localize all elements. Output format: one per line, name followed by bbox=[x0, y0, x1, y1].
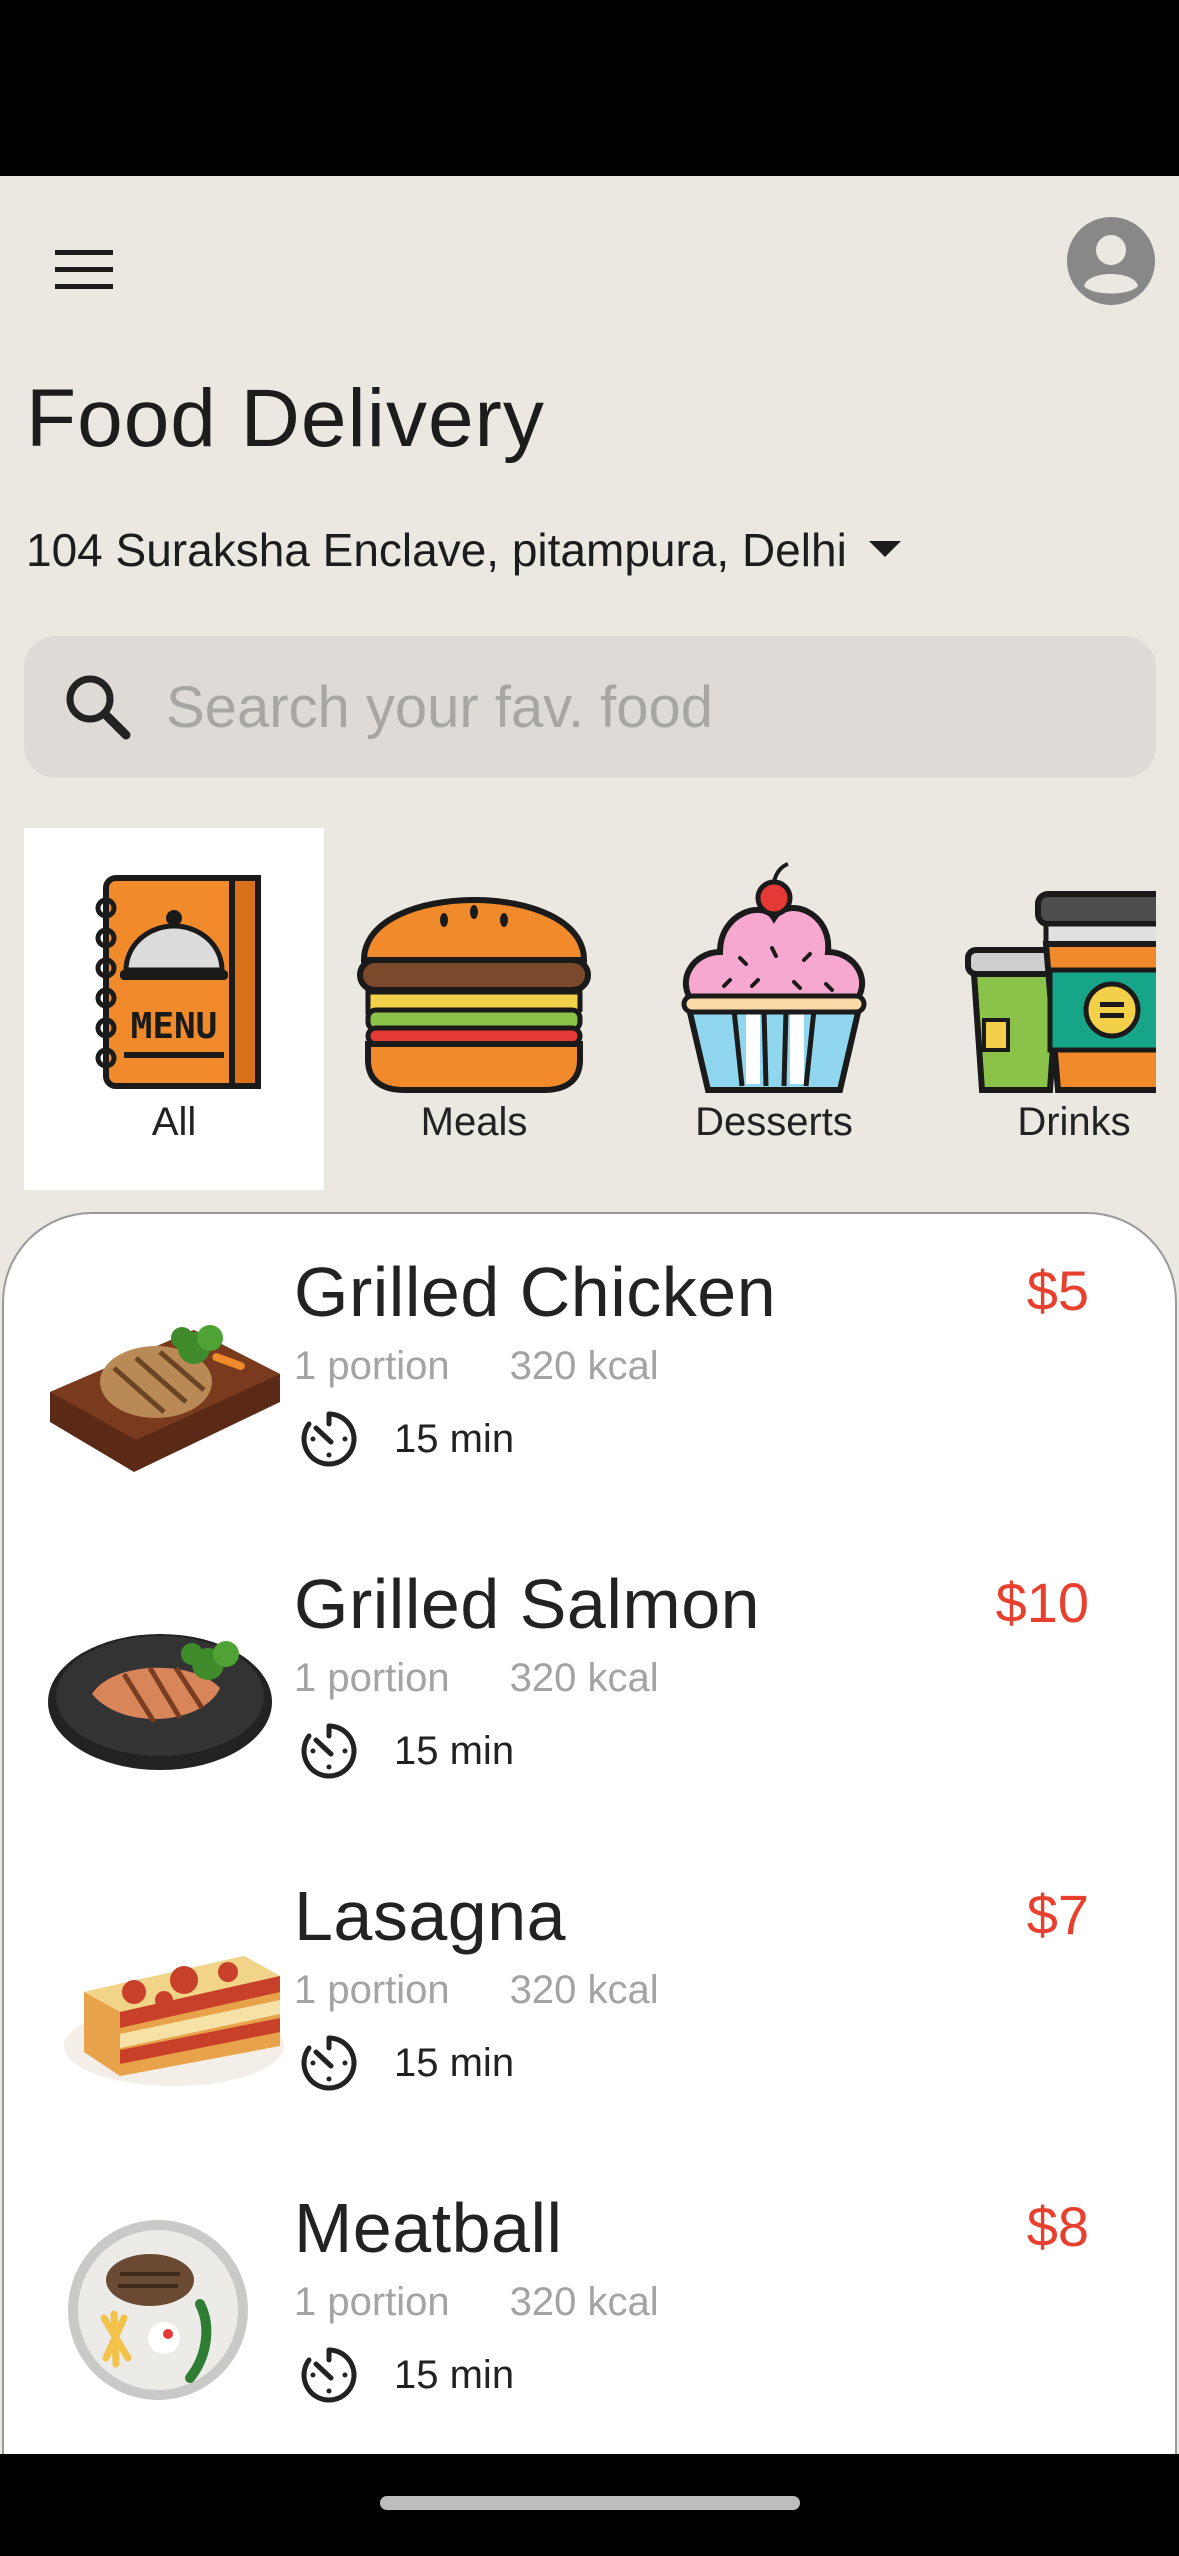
food-portion: 1 portion bbox=[294, 1656, 450, 1700]
caret-down-icon bbox=[868, 541, 901, 557]
timer-icon bbox=[301, 2035, 357, 2091]
category-label: All bbox=[151, 1100, 197, 1144]
timer-icon bbox=[301, 2347, 357, 2403]
address-selector[interactable]: 104 Suraksha Enclave, pitampura, Delhi bbox=[26, 520, 901, 580]
food-name: Lasagna bbox=[294, 1877, 567, 1955]
lasagna-photo bbox=[64, 1956, 284, 2086]
home-gesture-handle[interactable] bbox=[380, 2496, 800, 2510]
food-kcal: 320 kcal bbox=[509, 2280, 659, 2324]
address-text: 104 Suraksha Enclave, pitampura, Delhi bbox=[26, 524, 847, 576]
category-list: MENU All Meals Desserts Drinks bbox=[24, 828, 1156, 1190]
category-label: Drinks bbox=[1017, 1100, 1131, 1144]
food-meta: 1 portion 320 kcal bbox=[294, 2280, 659, 2325]
food-time: 15 min bbox=[300, 2034, 514, 2092]
food-name: Grilled Salmon bbox=[294, 1565, 761, 1643]
food-time-text: 15 min bbox=[394, 2040, 515, 2085]
food-item-grilled-chicken[interactable]: Grilled Chicken $5 1 portion 320 kcal 15 … bbox=[4, 1214, 1175, 1526]
search-icon bbox=[66, 675, 131, 740]
food-kcal: 320 kcal bbox=[509, 1656, 659, 1700]
timer-icon bbox=[301, 1411, 357, 1467]
food-price: $7 bbox=[1026, 1883, 1089, 1946]
food-name: Meatball bbox=[294, 2189, 563, 2267]
food-time-text: 15 min bbox=[394, 2352, 515, 2397]
food-portion: 1 portion bbox=[294, 1344, 450, 1388]
food-time: 15 min bbox=[300, 1410, 514, 1468]
food-kcal: 320 kcal bbox=[509, 1344, 659, 1388]
hamburger-menu-icon bbox=[55, 250, 113, 289]
category-meals[interactable]: Meals bbox=[324, 828, 624, 1190]
page-title: Food Delivery bbox=[26, 373, 545, 464]
food-time: 15 min bbox=[300, 1722, 514, 1780]
cupcake-icon bbox=[681, 862, 867, 1093]
menu-button[interactable] bbox=[48, 238, 120, 302]
meatball-photo bbox=[68, 2220, 248, 2400]
category-label: Desserts bbox=[695, 1100, 853, 1144]
food-portion: 1 portion bbox=[294, 1968, 450, 2012]
account-circle-icon bbox=[1067, 217, 1155, 305]
food-price: $8 bbox=[1026, 2195, 1089, 2258]
food-item-lasagna[interactable]: Lasagna $7 1 portion 320 kcal 15 min bbox=[4, 1838, 1175, 2150]
food-meta: 1 portion 320 kcal bbox=[294, 1344, 659, 1389]
search-bar[interactable] bbox=[24, 636, 1156, 778]
menu-book-icon: MENU bbox=[95, 875, 261, 1089]
category-drinks[interactable]: Drinks bbox=[924, 828, 1156, 1190]
status-bar bbox=[0, 0, 1179, 176]
search-input[interactable] bbox=[166, 673, 1066, 741]
app-screen: Food Delivery 104 Suraksha Enclave, pita… bbox=[0, 176, 1179, 2454]
food-price: $5 bbox=[1026, 1259, 1089, 1322]
category-desserts[interactable]: Desserts bbox=[624, 828, 924, 1190]
food-item-meatball[interactable]: Meatball $8 1 portion 320 kcal 15 min bbox=[4, 2150, 1175, 2454]
food-meta: 1 portion 320 kcal bbox=[294, 1968, 659, 2013]
svg-text:MENU: MENU bbox=[131, 1006, 218, 1047]
food-portion: 1 portion bbox=[294, 2280, 450, 2324]
grilled-chicken-photo bbox=[50, 1325, 280, 1472]
category-all[interactable]: MENU All bbox=[24, 828, 324, 1190]
food-price: $10 bbox=[995, 1571, 1089, 1634]
food-name: Grilled Chicken bbox=[294, 1253, 777, 1331]
category-label: Meals bbox=[420, 1100, 528, 1144]
food-time: 15 min bbox=[300, 2346, 514, 2404]
timer-icon bbox=[301, 1723, 357, 1779]
food-list-panel: Grilled Chicken $5 1 portion 320 kcal 15 … bbox=[2, 1212, 1177, 2454]
food-time-text: 15 min bbox=[394, 1728, 515, 1773]
food-kcal: 320 kcal bbox=[509, 1968, 659, 2012]
system-navigation-bar bbox=[0, 2454, 1179, 2556]
food-time-text: 15 min bbox=[394, 1416, 515, 1461]
burger-icon bbox=[357, 897, 591, 1093]
profile-avatar-button[interactable] bbox=[1066, 216, 1156, 306]
grilled-salmon-photo bbox=[48, 1634, 272, 1770]
food-item-grilled-salmon[interactable]: Grilled Salmon $10 1 portion 320 kcal 15 … bbox=[4, 1526, 1175, 1838]
food-meta: 1 portion 320 kcal bbox=[294, 1656, 659, 1701]
drink-cups-icon bbox=[965, 891, 1156, 1093]
